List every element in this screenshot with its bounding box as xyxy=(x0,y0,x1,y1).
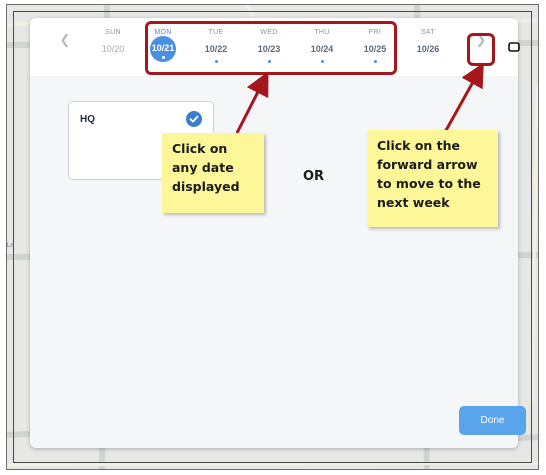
window-icon[interactable] xyxy=(508,42,520,52)
day-of-week: SAT xyxy=(421,29,435,36)
date-location-modal: ❮ SUN 10/20 MON 10/21 TUE 10/22 WED 10/2… xyxy=(30,18,518,448)
day-date: 10/26 xyxy=(416,44,440,54)
location-name: HQ xyxy=(80,114,95,125)
callout-left: Click on any date displayed xyxy=(162,133,264,213)
chevron-left-icon[interactable]: ❮ xyxy=(57,32,73,48)
checkmark-icon[interactable] xyxy=(186,111,202,127)
day-of-week: SUN xyxy=(105,29,121,36)
callout-right: Click on the forward arrow to move to th… xyxy=(367,130,498,227)
dates-highlight-box xyxy=(145,21,397,75)
day-sat[interactable]: SAT 10/26 xyxy=(405,28,451,60)
forward-arrow-highlight-box xyxy=(467,33,495,66)
done-button[interactable]: Done xyxy=(459,406,526,435)
day-sun[interactable]: SUN 10/20 xyxy=(90,28,136,60)
or-label: OR xyxy=(303,169,325,184)
day-date: 10/20 xyxy=(101,44,125,54)
